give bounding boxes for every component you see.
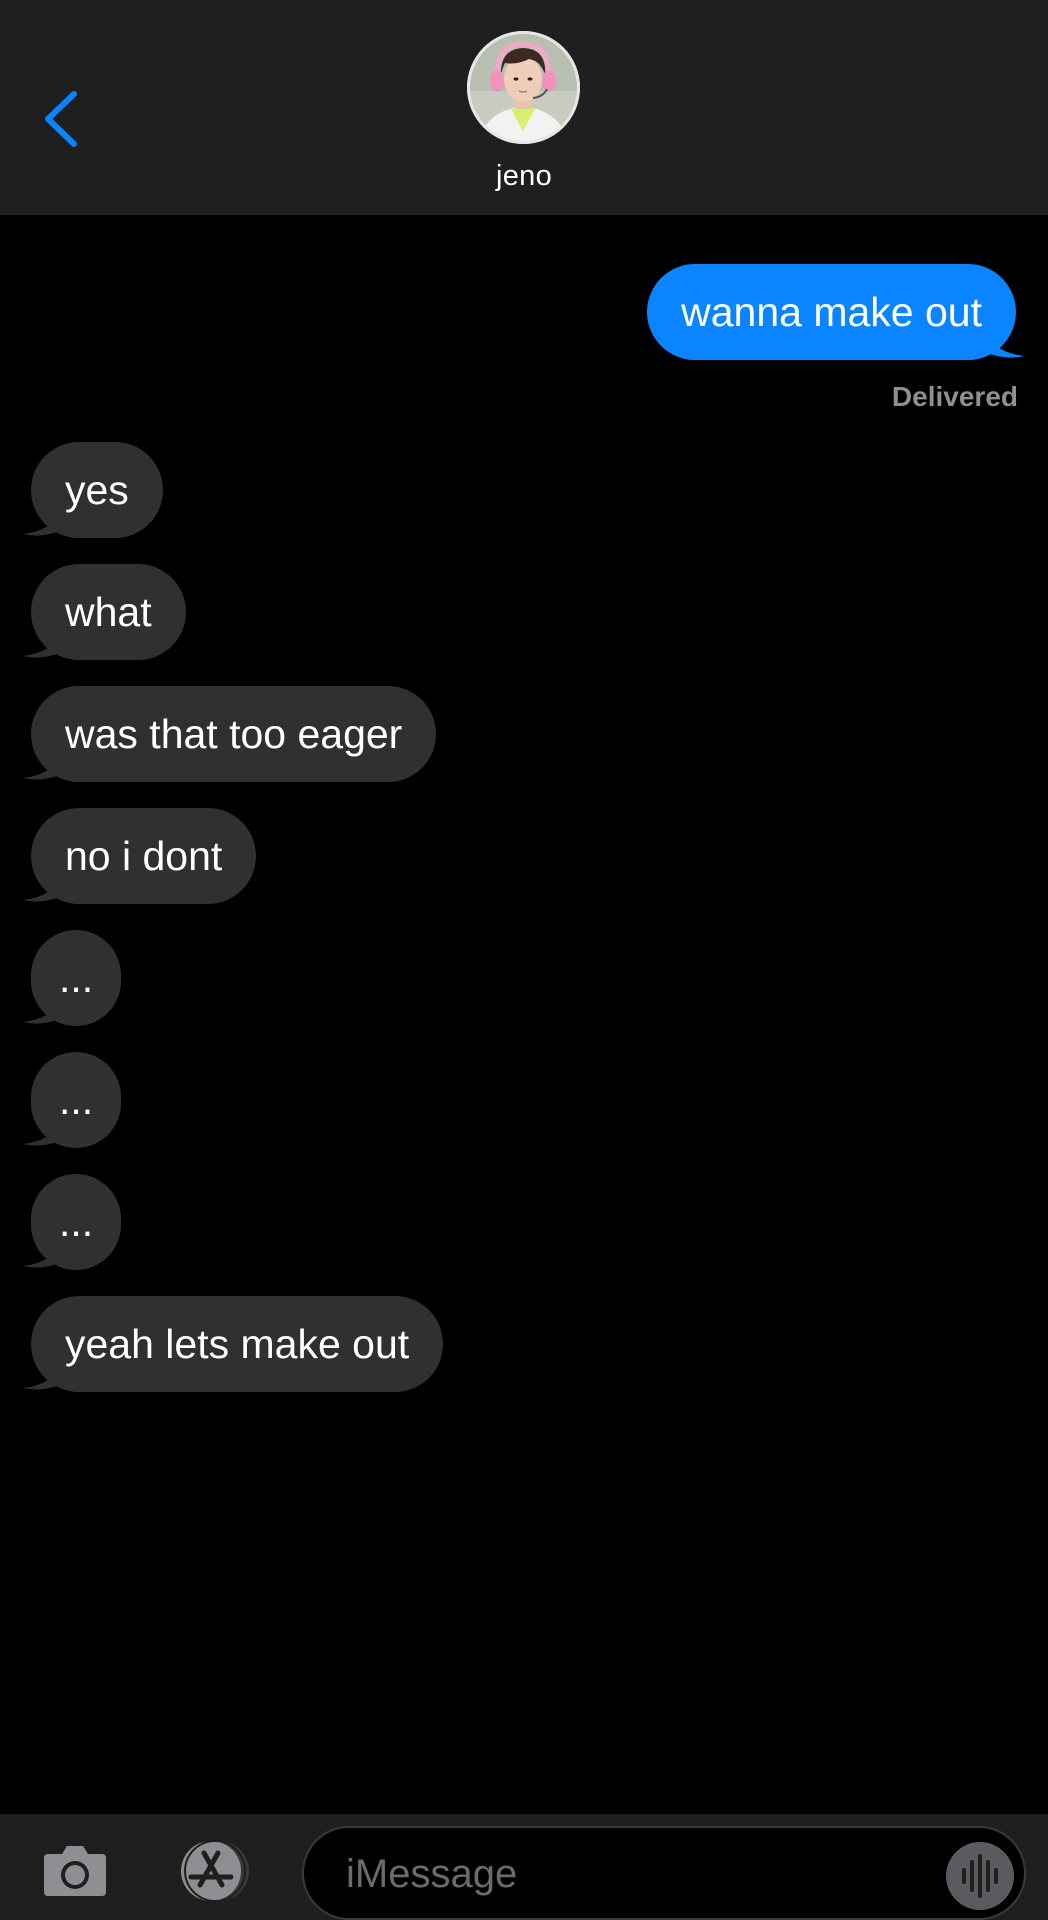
contact-name[interactable]: jeno xyxy=(0,160,1048,193)
camera-button[interactable] xyxy=(42,1842,108,1898)
message-field[interactable] xyxy=(302,1826,1026,1920)
bubble-tail xyxy=(23,874,61,902)
incoming-message[interactable]: yeah lets make out xyxy=(31,1296,444,1392)
waveform-icon xyxy=(962,1854,998,1898)
bubble-tail xyxy=(23,508,61,536)
bubble-tail xyxy=(23,752,61,780)
bubble-tail xyxy=(23,1362,61,1390)
compose-bar xyxy=(0,1814,1048,1920)
chevron-left-icon xyxy=(45,91,77,147)
contact-avatar[interactable] xyxy=(467,31,580,144)
audio-message-button[interactable] xyxy=(946,1842,1014,1910)
camera-icon xyxy=(44,1846,106,1896)
delivered-status: Delivered xyxy=(891,381,1018,412)
bubble-tail xyxy=(23,996,61,1024)
bubble-tail xyxy=(23,1240,61,1268)
back-button[interactable] xyxy=(36,84,88,154)
incoming-message[interactable]: was that too eager xyxy=(31,686,437,782)
incoming-message[interactable]: no i dont xyxy=(31,808,257,904)
app-store-button[interactable] xyxy=(169,1839,257,1903)
bubble-tail xyxy=(986,330,1024,358)
message-thread: wanna make out Delivered yes what was th… xyxy=(0,214,1048,1814)
app-store-icon xyxy=(181,1840,249,1902)
bubble-tail xyxy=(23,1118,61,1146)
imessage-input[interactable] xyxy=(344,1828,908,1920)
avatar-photo xyxy=(467,31,580,144)
bubble-tail xyxy=(23,630,61,658)
outgoing-message[interactable]: wanna make out xyxy=(647,264,1016,360)
conversation-header: jeno xyxy=(0,0,1048,215)
